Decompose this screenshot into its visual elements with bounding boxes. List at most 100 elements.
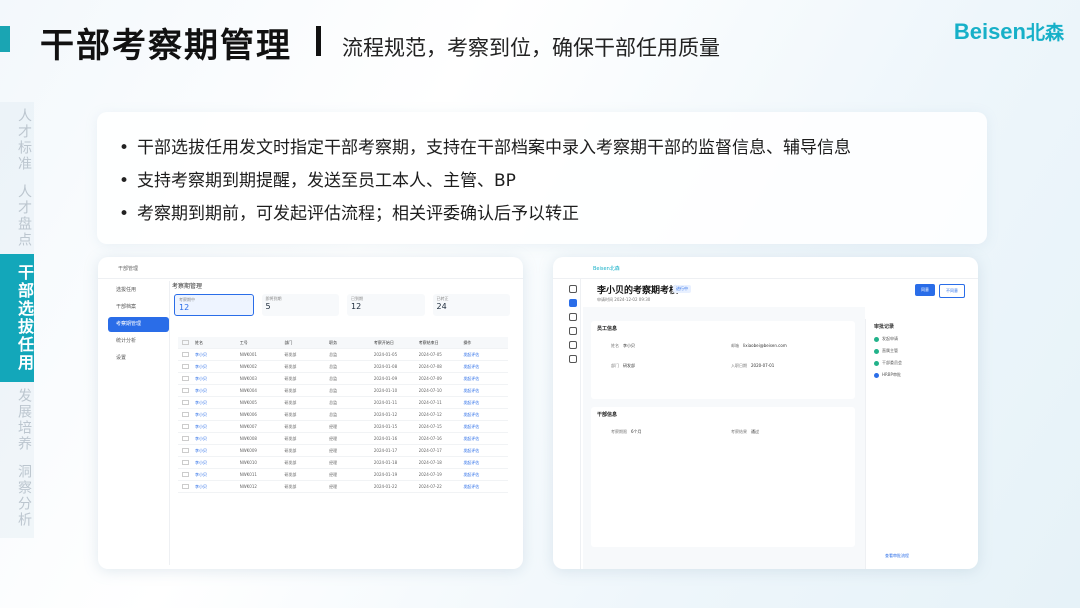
table-cell[interactable]: 李小贝 bbox=[195, 412, 240, 418]
checkbox[interactable] bbox=[182, 352, 189, 357]
settings-icon[interactable] bbox=[568, 355, 577, 363]
table-cell[interactable]: 李小贝 bbox=[195, 424, 240, 430]
s1-sidebar: 选拔任用 干部档案 考察期管理 统计分析 设置 bbox=[108, 281, 170, 565]
row-action-link[interactable]: 发起评估 bbox=[463, 400, 508, 406]
field-value: 李小贝 bbox=[623, 343, 635, 348]
checkbox[interactable] bbox=[182, 484, 189, 489]
status-badge: 进行中 bbox=[673, 285, 691, 293]
table-cell[interactable]: 李小贝 bbox=[195, 436, 240, 442]
logo-text-en: Beisen bbox=[953, 19, 1026, 44]
table-row[interactable]: 李小贝 NWK012 研发部 经理 2024-01-22 2024-07-22 发起评估 bbox=[178, 481, 508, 493]
table-cell[interactable]: 李小贝 bbox=[195, 448, 240, 454]
checkbox[interactable] bbox=[182, 376, 189, 381]
row-action-link[interactable]: 发起评估 bbox=[463, 412, 508, 418]
table-cell[interactable]: 李小贝 bbox=[195, 472, 240, 478]
table-row[interactable]: 李小贝 NWK011 研发部 经理 2024-01-19 2024-07-19 发起评估 bbox=[178, 469, 508, 481]
table-row[interactable]: 李小贝 NWK006 研发部 总监 2024-01-12 2024-07-12 发起评估 bbox=[178, 409, 508, 421]
people-icon[interactable] bbox=[568, 341, 577, 349]
checkbox[interactable] bbox=[182, 460, 189, 465]
table-cell[interactable]: 李小贝 bbox=[195, 352, 240, 358]
side-tab-talent-standard[interactable]: 人才标准 bbox=[0, 102, 34, 178]
bullet-dot-icon: • bbox=[119, 171, 130, 191]
table-row[interactable]: 李小贝 NWK009 研发部 经理 2024-01-17 2024-07-17 发起评估 bbox=[178, 445, 508, 457]
home-icon[interactable] bbox=[568, 285, 577, 293]
row-action-link[interactable]: 发起评估 bbox=[463, 436, 508, 442]
s1-sidebar-item-active[interactable]: 考察期管理 bbox=[108, 317, 169, 332]
table-cell: NWK001 bbox=[239, 352, 257, 357]
table-cell: 2024-01-08 bbox=[373, 364, 398, 369]
row-action-link[interactable]: 发起评估 bbox=[463, 484, 508, 490]
checkbox[interactable] bbox=[182, 472, 189, 477]
table-cell: 总监 bbox=[329, 375, 338, 381]
side-tab-development[interactable]: 发展培养 bbox=[0, 382, 34, 458]
checkbox[interactable] bbox=[182, 412, 189, 417]
s1-sidebar-item[interactable]: 干部档案 bbox=[108, 300, 169, 315]
table-row[interactable]: 李小贝 NWK002 研发部 总监 2024-01-08 2024-07-08 发起评估 bbox=[178, 361, 508, 373]
row-action-link[interactable]: 发起评估 bbox=[463, 460, 508, 466]
s2-icon-rail bbox=[565, 279, 581, 569]
side-tab-insight[interactable]: 洞察分析 bbox=[0, 458, 34, 534]
checkbox[interactable] bbox=[182, 364, 189, 369]
checkbox[interactable] bbox=[182, 424, 189, 429]
side-tab-cadre-selection[interactable]: 干部选拔任用 bbox=[0, 254, 34, 382]
row-action-link[interactable]: 发起评估 bbox=[463, 448, 508, 454]
table-cell: 经理 bbox=[329, 435, 338, 441]
table-cell: 2024-07-11 bbox=[418, 400, 442, 405]
column-header: 工号 bbox=[239, 339, 248, 345]
checkbox[interactable] bbox=[182, 436, 189, 441]
row-action-link[interactable]: 发起评估 bbox=[463, 352, 508, 358]
view-flow-link[interactable]: 查看审批流程 bbox=[885, 553, 909, 559]
table-row[interactable]: 李小贝 NWK003 研发部 总监 2024-01-09 2024-07-09 发起评估 bbox=[178, 373, 508, 385]
table-cell[interactable]: 李小贝 bbox=[195, 400, 240, 406]
s1-table: 姓名 工号 部门 职务 考察开始日 考察结束日 操作 李小贝 NWK001 研发部总… bbox=[178, 337, 508, 493]
s1-page-title: 考察期管理 bbox=[172, 283, 203, 290]
stat-card[interactable]: 考察期中 12 bbox=[174, 294, 254, 316]
table-cell[interactable]: 李小贝 bbox=[195, 388, 240, 394]
column-header: 职务 bbox=[329, 339, 338, 345]
table-cell[interactable]: 李小贝 bbox=[195, 376, 240, 382]
stat-card[interactable]: 已到期 12 bbox=[347, 294, 425, 316]
table-cell: 总监 bbox=[329, 351, 338, 357]
timeline-text: HRBP审批 bbox=[882, 372, 901, 377]
row-action-link[interactable]: 发起评估 bbox=[463, 424, 508, 430]
table-cell: 2024-01-05 bbox=[373, 352, 398, 357]
table-cell[interactable]: 李小贝 bbox=[195, 460, 240, 466]
field-label: 入职日期 bbox=[731, 363, 747, 368]
checkbox[interactable] bbox=[182, 448, 189, 453]
stat-card[interactable]: 已转正 24 bbox=[432, 294, 510, 316]
report-icon[interactable] bbox=[568, 327, 577, 335]
table-cell: 2024-01-12 bbox=[373, 412, 398, 417]
reject-button[interactable]: 不同意 bbox=[939, 284, 965, 298]
cadre-icon[interactable] bbox=[568, 299, 577, 307]
table-row[interactable]: 李小贝 NWK010 研发部 经理 2024-01-18 2024-07-18 发起评估 bbox=[178, 457, 508, 469]
row-action-link[interactable]: 发起评估 bbox=[463, 388, 508, 394]
table-cell[interactable]: 李小贝 bbox=[195, 364, 240, 370]
table-row[interactable]: 李小贝 NWK008 研发部 经理 2024-01-16 2024-07-16 发起评估 bbox=[178, 433, 508, 445]
table-cell: NWK003 bbox=[239, 376, 257, 381]
row-action-link[interactable]: 发起评估 bbox=[463, 472, 508, 478]
s1-sidebar-item[interactable]: 选拔任用 bbox=[108, 283, 169, 298]
timeline-item: 干部委员会 bbox=[874, 360, 967, 366]
table-row[interactable]: 李小贝 NWK001 研发部 总监 2024-01-05 2024-07-05 发起评估 bbox=[178, 349, 508, 361]
bullet-dot-icon: • bbox=[119, 138, 130, 158]
table-row[interactable]: 李小贝 NWK007 研发部 经理 2024-01-15 2024-07-15 发起评估 bbox=[178, 421, 508, 433]
table-cell[interactable]: 李小贝 bbox=[195, 484, 240, 490]
s1-sidebar-item[interactable]: 设置 bbox=[108, 351, 169, 366]
row-action-link[interactable]: 发起评估 bbox=[463, 376, 508, 382]
table-header: 姓名 工号 部门 职务 考察开始日 考察结束日 操作 bbox=[178, 337, 508, 349]
checkbox[interactable] bbox=[182, 340, 189, 345]
checkbox[interactable] bbox=[182, 400, 189, 405]
checkbox[interactable] bbox=[182, 388, 189, 393]
bullet-item: • 考察期到期前，可发起评估流程；相关评委确认后予以转正 bbox=[119, 198, 987, 231]
row-action-link[interactable]: 发起评估 bbox=[463, 364, 508, 370]
field: 入职日期 2020-07-01 bbox=[731, 363, 774, 369]
stat-card[interactable]: 即将到期 5 bbox=[261, 294, 339, 316]
table-row[interactable]: 李小贝 NWK004 研发部 总监 2024-01-10 2024-07-10 发起评估 bbox=[178, 385, 508, 397]
approve-button[interactable]: 同意 bbox=[915, 284, 935, 296]
s1-sidebar-item[interactable]: 统计分析 bbox=[108, 334, 169, 349]
chart-icon[interactable] bbox=[568, 313, 577, 321]
table-cell: 研发部 bbox=[284, 411, 297, 417]
table-cell: 2024-01-19 bbox=[373, 472, 398, 477]
table-row[interactable]: 李小贝 NWK005 研发部 总监 2024-01-11 2024-07-11 发起评估 bbox=[178, 397, 508, 409]
side-tab-talent-review[interactable]: 人才盘点 bbox=[0, 178, 34, 254]
